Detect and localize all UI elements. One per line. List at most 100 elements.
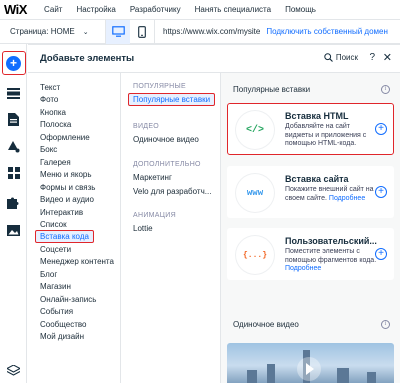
desktop-view-button[interactable] — [106, 19, 130, 44]
category-item[interactable]: Полоска — [40, 120, 71, 129]
category-item[interactable]: Мой дизайн — [40, 332, 84, 341]
category-item[interactable]: Вставка кода — [35, 230, 94, 244]
mobile-view-button[interactable] — [130, 20, 154, 44]
search-icon — [324, 53, 333, 62]
add-elements-panel: Добавьте элементы Поиск ? ✕ Текст Фото Кно… — [28, 44, 400, 383]
wix-logo[interactable]: WiX — [4, 2, 44, 17]
category-list: Текст Фото Кнопка Полоска Оформление Бокс Гале… — [28, 73, 121, 383]
panel-title: Добавьте элементы — [40, 53, 135, 64]
subcategory-velo[interactable]: Velo для разработч... — [133, 187, 211, 196]
embed-html-card[interactable]: </> Вставка HTML Добавляйте на сайт видж… — [227, 103, 394, 155]
card-description-text: Поместите элементы с помощью фрагментов … — [285, 248, 377, 264]
menu-settings[interactable]: Настройка — [76, 5, 115, 14]
apps-button[interactable] — [0, 160, 27, 186]
panel-header: Добавьте элементы Поиск ? ✕ — [28, 45, 400, 73]
code-icon: </> — [236, 111, 274, 149]
panel-search-button[interactable]: Поиск — [324, 53, 358, 62]
category-item[interactable]: Кнопка — [40, 108, 66, 117]
sections-icon — [7, 87, 20, 99]
business-button[interactable] — [0, 189, 27, 215]
category-item[interactable]: Онлайн-запись — [40, 295, 96, 304]
category-item[interactable]: Интерактив — [40, 208, 83, 217]
video-thumbnail[interactable] — [227, 343, 394, 383]
category-item[interactable]: Менеджер контента — [40, 257, 114, 266]
card-description: Добавляйте на сайт виджеты и приложения … — [285, 123, 367, 147]
left-tool-strip: + — [0, 44, 27, 383]
menu-hire[interactable]: Нанять специалиста — [195, 5, 271, 14]
custom-code-icon: {...} — [236, 236, 274, 274]
category-item[interactable]: Список — [40, 220, 67, 229]
connect-domain-link[interactable]: Подключить собственный домен — [266, 27, 388, 36]
category-item[interactable]: Меню и якорь — [40, 170, 92, 179]
menu-help[interactable]: Помощь — [285, 5, 316, 14]
content-heading-popular: Популярные вставки — [233, 85, 311, 94]
category-item[interactable]: События — [40, 307, 73, 316]
category-item[interactable]: Галерея — [40, 158, 71, 167]
category-item[interactable]: Текст — [40, 83, 60, 92]
category-item[interactable]: Бокс — [40, 145, 57, 154]
skyline-shape — [247, 370, 257, 383]
card-title: Пользовательский... — [285, 236, 377, 246]
pages-menu-button[interactable] — [0, 106, 27, 132]
category-item[interactable]: Сообщество — [40, 320, 86, 329]
card-description: Покажите внешний сайт на своем сайте. По… — [285, 186, 377, 203]
pages-icon — [8, 112, 19, 126]
learn-more-link[interactable]: Подробнее — [329, 195, 365, 202]
section-heading-popular: ПОПУЛЯРНЫЕ — [133, 83, 186, 90]
subcategory-popular-embeds[interactable]: Популярные вставки — [128, 93, 216, 106]
layers-button[interactable] — [0, 357, 27, 383]
category-item[interactable]: Магазин — [40, 282, 71, 291]
skyline-shape — [367, 372, 376, 383]
paint-icon — [8, 140, 20, 152]
puzzle-icon — [7, 197, 19, 209]
card-title: Вставка HTML — [285, 111, 349, 121]
menu-site[interactable]: Сайт — [44, 5, 62, 14]
chevron-down-icon: ⌄ — [82, 28, 89, 36]
apps-grid-icon — [7, 167, 20, 179]
section-heading-extra: ДОПОЛНИТЕЛЬНО — [133, 161, 201, 168]
help-icon[interactable]: ? — [369, 52, 375, 63]
play-icon[interactable] — [297, 357, 321, 381]
subcategory-marketing[interactable]: Маркетинг — [133, 173, 172, 182]
subcategory-list: ПОПУЛЯРНЫЕ Популярные вставки ВИДЕО Один… — [121, 73, 221, 383]
add-icon[interactable]: + — [375, 123, 387, 135]
menu-developer[interactable]: Разработчику — [130, 5, 181, 14]
category-item[interactable]: Видео и аудио — [40, 195, 94, 204]
add-icon[interactable]: + — [375, 186, 387, 198]
section-heading-animation: АНИМАЦИЯ — [133, 212, 176, 219]
content-heading-video: Одиночное видео — [233, 320, 299, 329]
layers-icon — [7, 364, 20, 376]
subcategory-lottie[interactable]: Lottie — [133, 224, 153, 233]
image-icon — [7, 224, 20, 236]
elements-content: Популярные вставки i </> Вставка HTML До… — [221, 73, 400, 383]
editor-toolbar: Страница: HOME ⌄ https://www.wix.com/mys… — [0, 19, 400, 44]
category-item[interactable]: Соцсети — [40, 245, 71, 254]
desktop-icon — [111, 26, 125, 37]
category-item[interactable]: Фото — [40, 95, 58, 104]
divider — [154, 19, 155, 44]
category-item[interactable]: Оформление — [40, 133, 90, 142]
card-title: Вставка сайта — [285, 174, 349, 184]
www-icon: www — [236, 174, 274, 212]
info-icon[interactable]: i — [381, 320, 390, 329]
media-button[interactable] — [0, 217, 27, 243]
design-button[interactable] — [0, 133, 27, 159]
learn-more-link[interactable]: Подробнее — [285, 265, 321, 272]
embed-site-card[interactable]: www Вставка сайта Покажите внешний сайт … — [227, 166, 394, 218]
custom-element-card[interactable]: {...} Пользовательский... Поместите элем… — [227, 228, 394, 280]
info-icon[interactable]: i — [381, 85, 390, 94]
subcategory-single-video[interactable]: Одиночное видео — [133, 135, 199, 144]
add-section-button[interactable] — [0, 80, 27, 106]
close-icon[interactable]: ✕ — [383, 51, 392, 64]
page-selector[interactable]: Страница: HOME ⌄ — [10, 27, 105, 36]
search-label: Поиск — [335, 53, 358, 62]
section-heading-video: ВИДЕО — [133, 123, 160, 130]
page-selector-label: Страница: HOME — [10, 27, 75, 36]
highlight-frame: + — [1, 51, 26, 75]
category-item[interactable]: Формы и связь — [40, 183, 95, 192]
category-item[interactable]: Блог — [40, 270, 57, 279]
site-url: https://www.wix.com/mysite — [163, 27, 261, 36]
top-menu-bar: WiX Сайт Настройка Разработчику Нанять с… — [0, 0, 400, 20]
add-icon[interactable]: + — [375, 248, 387, 260]
add-elements-button[interactable]: + — [0, 50, 27, 76]
